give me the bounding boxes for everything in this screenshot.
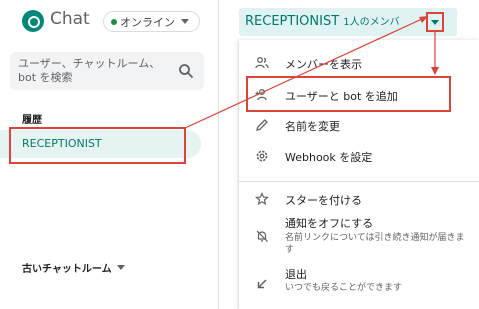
- history-section-label: 履歴: [22, 115, 42, 126]
- chat-app-window: Chat オンライン ユーザー、チャットルーム、bot を検索 履歴 RECEP…: [0, 0, 479, 309]
- room-menu-toggle[interactable]: [426, 12, 444, 32]
- star-icon: [255, 192, 269, 206]
- search-input[interactable]: ユーザー、チャットルーム、bot を検索: [10, 52, 204, 90]
- menu-item-view-members[interactable]: メンバーを表示: [239, 48, 479, 78]
- online-dot-icon: [111, 18, 117, 25]
- old-rooms-toggle[interactable]: 古いチャットルーム: [22, 260, 125, 275]
- leave-icon: [257, 279, 267, 289]
- annotation-box-room: [9, 127, 186, 164]
- people-icon: [255, 57, 269, 69]
- old-rooms-label: 古いチャットルーム: [22, 264, 112, 275]
- bell-off-icon: [256, 230, 268, 242]
- menu-item-label: 退出: [285, 268, 307, 281]
- chevron-down-icon: [431, 20, 439, 25]
- menu-item-sublabel: 名前リンクについては引き続き通知が届きます: [285, 233, 465, 255]
- search-icon[interactable]: [178, 63, 194, 79]
- pencil-icon: [256, 119, 268, 131]
- menu-item-label: スターを付ける: [285, 194, 362, 207]
- menu-item-sublabel: いつでも戻ることができます: [285, 283, 403, 293]
- member-count: 1人のメンバ: [343, 17, 400, 28]
- room-name: RECEPTIONIST: [245, 14, 340, 29]
- menu-item-star[interactable]: スターを付ける: [239, 184, 479, 214]
- menu-divider: [239, 181, 479, 182]
- settings-icon: [256, 150, 268, 162]
- menu-item-label: Webhook を設定: [285, 151, 373, 164]
- status-dropdown[interactable]: オンライン: [103, 11, 200, 32]
- menu-item-webhook[interactable]: Webhook を設定: [239, 141, 479, 171]
- status-label: オンライン: [120, 15, 175, 29]
- chat-logo-icon: [22, 10, 44, 32]
- chevron-down-icon: [116, 265, 125, 270]
- menu-item-leave[interactable]: 退出 いつでも戻ることができます: [239, 265, 479, 299]
- menu-item-label: メンバーを表示: [285, 58, 362, 71]
- menu-item-label: 名前を変更: [285, 120, 340, 133]
- annotation-box-add-menu-item: [246, 76, 451, 112]
- menu-item-rename[interactable]: 名前を変更: [239, 110, 479, 140]
- app-title: Chat: [50, 9, 90, 29]
- chevron-down-icon: [181, 19, 189, 24]
- room-title: RECEPTIONIST 1人のメンバ: [245, 13, 400, 29]
- menu-item-mute-notifications[interactable]: 通知をオフにする 名前リンクについては引き続き通知が届きます: [239, 213, 479, 261]
- menu-item-label: 通知をオフにする: [285, 217, 374, 230]
- search-placeholder: ユーザー、チャットルーム、bot を検索: [18, 57, 161, 84]
- room-header[interactable]: RECEPTIONIST 1人のメンバ: [239, 8, 457, 36]
